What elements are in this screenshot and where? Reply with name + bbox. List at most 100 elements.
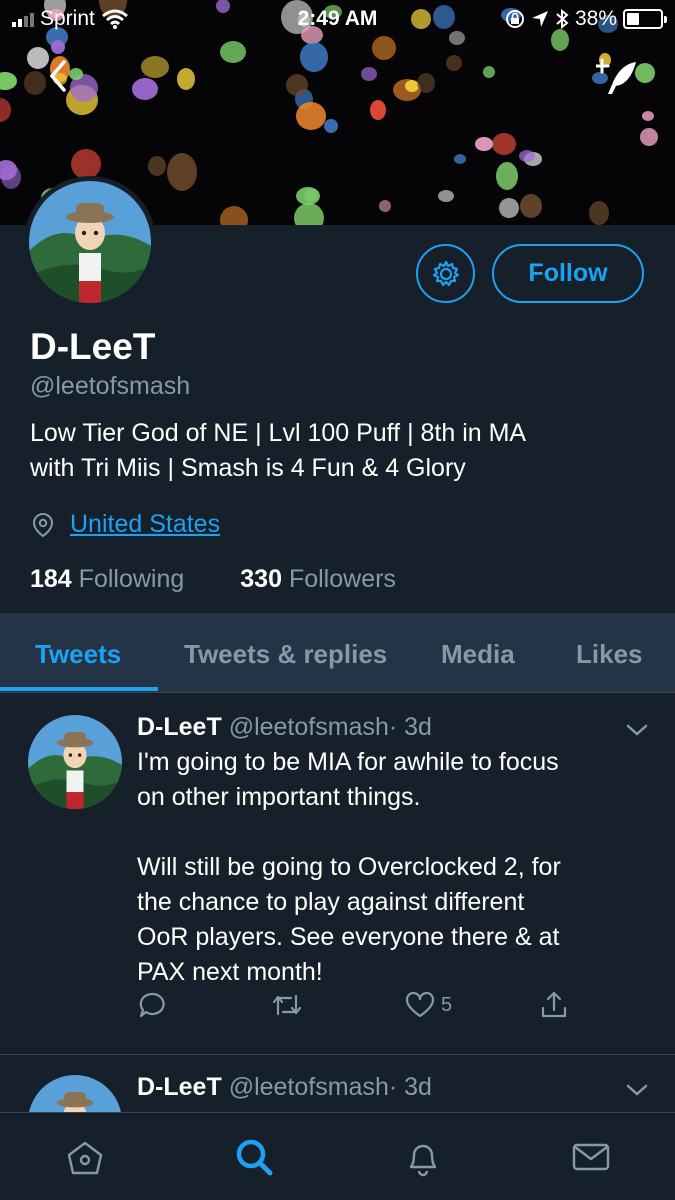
banner-sprite [640, 128, 658, 146]
banner-sprite [141, 56, 169, 78]
profile-avatar[interactable] [24, 176, 156, 308]
retweet-icon [272, 994, 302, 1016]
banner-sprite [220, 41, 246, 63]
banner-sprite [294, 203, 324, 225]
nav-messages[interactable] [569, 1135, 613, 1179]
banner-sprite [454, 154, 466, 164]
tweet-menu-button[interactable] [624, 721, 650, 739]
banner-sprite [0, 72, 17, 90]
back-button[interactable] [40, 56, 76, 96]
tab-tweets[interactable]: Tweets [35, 639, 121, 670]
location-link[interactable]: United States [70, 510, 220, 539]
tweet-author-name[interactable]: D-LeeT [137, 1073, 222, 1101]
tweet-timestamp: · 3d [388, 713, 432, 741]
nav-notifications[interactable] [401, 1135, 445, 1179]
tweet-line: the chance to play against different [137, 888, 525, 916]
profile-stats: 184 Following 330 Followers [30, 565, 396, 594]
banner-sprite [496, 162, 518, 190]
banner-sprite [1, 165, 21, 189]
profile-tabs: Tweets Tweets & replies Media Likes [0, 613, 675, 693]
active-tab-indicator [0, 687, 158, 691]
banner-sprite [379, 200, 391, 212]
tweet-header: D-LeeT @leetofsmash· 3d [137, 1073, 432, 1102]
banner-sprite [446, 55, 462, 71]
avatar-image [29, 181, 151, 303]
bluetooth-icon [556, 9, 569, 29]
banner-sprite [0, 98, 11, 122]
tab-media[interactable]: Media [441, 639, 515, 670]
following-label: Following [78, 565, 185, 593]
banner-sprite [286, 74, 308, 96]
avatar-image [28, 715, 122, 809]
followers-count: 330 [240, 565, 282, 593]
banner-sprite [492, 133, 516, 155]
bottom-navigation [0, 1112, 675, 1200]
banner-sprite [438, 190, 454, 202]
banner-sprite [519, 150, 535, 162]
share-button[interactable] [539, 990, 569, 1020]
chevron-left-icon [49, 60, 66, 92]
banner-sprite [499, 198, 519, 218]
profile-display-name: D-LeeT [30, 326, 156, 367]
tab-tweets-replies[interactable]: Tweets & replies [184, 639, 387, 670]
banner-sprite [370, 100, 386, 120]
banner-sprite [132, 78, 158, 100]
banner-sprite [642, 111, 654, 121]
banner-sprite [177, 68, 195, 90]
tweet-line [137, 815, 647, 850]
tweet-menu-button[interactable] [624, 1081, 650, 1099]
followers-stat[interactable]: 330 Followers [240, 565, 396, 594]
gear-icon [432, 260, 459, 286]
banner-sprite [475, 137, 493, 151]
battery-icon [623, 9, 667, 29]
tweet-author-handle[interactable]: @leetofsmash [229, 713, 389, 741]
search-icon [236, 1139, 273, 1176]
banner-sprite [324, 119, 338, 133]
orientation-lock-icon [505, 10, 524, 28]
tweet[interactable]: D-LeeT @leetofsmash· 3d [0, 1055, 675, 1169]
mail-icon [572, 1143, 610, 1171]
like-count: 5 [441, 993, 453, 1016]
banner-sprite [220, 206, 248, 225]
banner-sprite [417, 73, 435, 93]
tweet-text: I'm going to be MIA for awhile to focus … [137, 745, 647, 990]
banner-sprite [520, 194, 542, 218]
bio-line: with Tri Miis | Smash is 4 Fun & 4 Glory [30, 454, 466, 482]
nav-home[interactable] [63, 1135, 107, 1179]
tweet-line: OoR players. See everyone there & at [137, 923, 560, 951]
banner-sprite [148, 156, 166, 176]
profile-settings-button[interactable] [416, 244, 475, 303]
banner-sprite [361, 67, 377, 81]
follow-button[interactable]: Follow [492, 244, 644, 303]
nav-search[interactable] [232, 1135, 276, 1179]
chevron-down-icon [626, 1084, 648, 1096]
battery-percent: 38% [574, 7, 617, 30]
tweet[interactable]: D-LeeT @leetofsmash· 3d I'm going to be … [0, 693, 675, 1055]
following-stat[interactable]: 184 Following [30, 565, 184, 594]
tweet-line: I'm going to be MIA for awhile to focus [137, 748, 559, 776]
banner-sprite [167, 153, 197, 191]
status-bar: Sprint 2:49 AM 38% [0, 0, 675, 38]
location-services-icon [531, 11, 548, 27]
compose-tweet-button[interactable] [594, 56, 640, 100]
tweet-author-handle[interactable]: @leetofsmash [229, 1073, 389, 1101]
like-button[interactable]: 5 [405, 991, 452, 1019]
banner-sprite [296, 102, 326, 130]
tweet-line: Will still be going to Overclocked 2, fo… [137, 853, 561, 881]
banner-sprite [304, 188, 318, 202]
chevron-down-icon [626, 724, 648, 736]
share-icon [541, 991, 567, 1018]
bio-line: Low Tier God of NE | Lvl 100 Puff | 8th … [30, 419, 527, 447]
reply-button[interactable] [137, 990, 167, 1020]
banner-sprite [71, 149, 101, 179]
tweet-author-name[interactable]: D-LeeT [137, 713, 222, 741]
retweet-button[interactable] [271, 990, 303, 1020]
tweet-avatar[interactable] [28, 715, 122, 809]
location-pin-icon [32, 512, 54, 537]
profile-location: United States [30, 510, 220, 539]
compose-tweet-icon [594, 58, 636, 94]
tab-likes[interactable]: Likes [576, 639, 643, 670]
following-count: 184 [30, 565, 72, 593]
tweet-timestamp: · 3d [388, 1073, 432, 1101]
profile-handle: @leetofsmash [30, 372, 191, 400]
